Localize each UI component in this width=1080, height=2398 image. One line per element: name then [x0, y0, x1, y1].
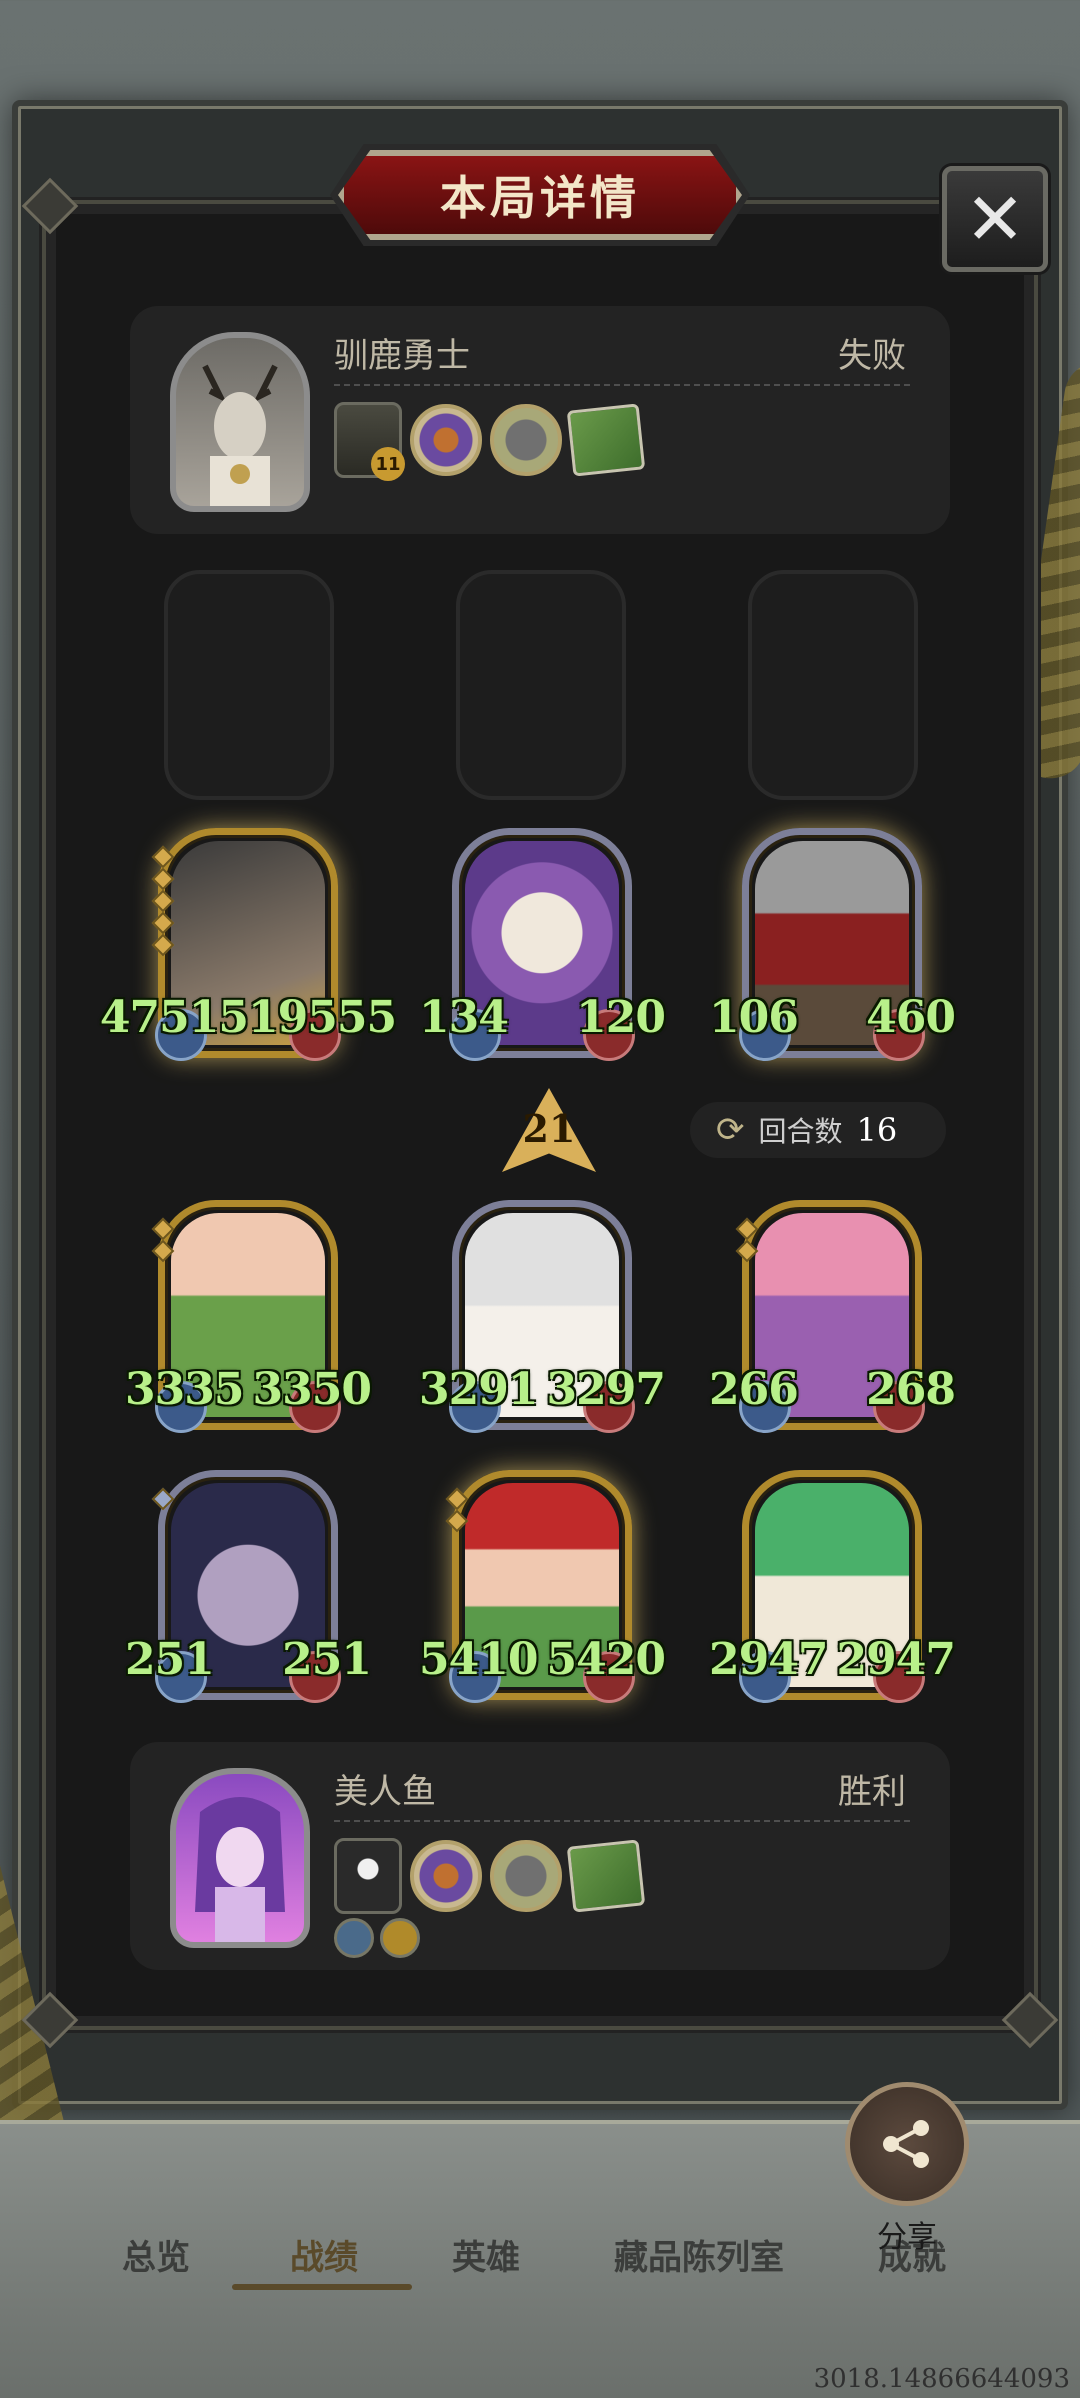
divider	[334, 384, 910, 386]
close-icon: ✕	[964, 177, 1026, 261]
player-avatar	[170, 1768, 310, 1948]
turn-indicator: 21	[522, 1106, 576, 1151]
hero-stats: 266 268	[709, 1364, 956, 1415]
player-result: 胜利	[838, 1772, 906, 1812]
health-value: 2947	[836, 1634, 956, 1685]
spellbook-icon[interactable]	[566, 403, 646, 477]
opponent-card[interactable]: 驯鹿勇士 失败 11	[130, 306, 950, 534]
hero-stats: 3291 3297	[419, 1364, 666, 1415]
title-banner: 本局详情	[338, 150, 742, 240]
level-badge: 11	[371, 447, 405, 481]
mermaid-portrait-icon	[195, 1797, 285, 1942]
attack-value: 2947	[709, 1634, 828, 1685]
hero-stats: 2947 2947	[709, 1634, 956, 1685]
share-label: 分享	[877, 2220, 937, 2255]
share-icon	[883, 2120, 929, 2168]
hero-power-slot[interactable]: 11	[334, 402, 405, 481]
attack-value: 5410	[419, 1634, 538, 1685]
hero-stats: 4751 519555	[100, 992, 397, 1043]
spell-orb-icon[interactable]	[410, 1840, 482, 1912]
health-value: 460	[866, 992, 956, 1043]
hero-card-pearl-girl[interactable]: 3291 3297	[419, 1200, 666, 1433]
health-value: 268	[866, 1364, 956, 1415]
health-value: 251	[282, 1634, 372, 1685]
refresh-icon: ⟳	[716, 1110, 745, 1150]
hero-card-flower-girl[interactable]: 266 268	[709, 1200, 956, 1433]
hero-card-dryad[interactable]: 2947 2947	[709, 1470, 956, 1703]
nav-heroes[interactable]: 英雄	[452, 2230, 520, 2279]
empty-hero-slot	[164, 570, 334, 800]
player-name: 美人鱼	[334, 1772, 436, 1812]
close-button[interactable]: ✕	[942, 166, 1048, 272]
spellbook-icon[interactable]	[566, 1839, 646, 1913]
player-buffs	[334, 1918, 420, 1958]
attack-value: 4751	[99, 992, 219, 1043]
hero-card-mushroom-girl[interactable]: 5410 5420	[419, 1470, 666, 1703]
gold-buff-icon[interactable]	[380, 1918, 420, 1958]
round-value: 16	[856, 1111, 898, 1149]
hero-power-slot[interactable]	[334, 1838, 402, 1914]
hero-stats: 106 460	[709, 992, 956, 1043]
divider	[334, 1820, 910, 1822]
spell-orb-icon[interactable]	[410, 404, 482, 476]
health-value: 519555	[218, 992, 397, 1043]
share-button[interactable]	[845, 2082, 969, 2206]
health-value: 3350	[252, 1364, 372, 1415]
nav-overview[interactable]: 总览	[122, 2230, 190, 2279]
opponent-name: 驯鹿勇士	[334, 336, 470, 376]
version-text: 3018.14866644093	[813, 2364, 1070, 2394]
reindeer-portrait-icon	[202, 364, 278, 506]
sword-buff-icon[interactable]	[334, 1918, 374, 1958]
hero-card-elf[interactable]: 3335 3350	[125, 1200, 372, 1433]
hero-stats: 251 251	[125, 1634, 372, 1685]
hero-stats: 3335 3350	[125, 1364, 372, 1415]
nav-collection-gallery[interactable]: 藏品陈列室	[614, 2230, 784, 2279]
attack-value: 266	[709, 1364, 799, 1415]
hero-card-knight[interactable]: 106 460	[709, 828, 956, 1061]
nav-battle-record[interactable]: 战绩	[290, 2230, 358, 2279]
pet-orb-icon[interactable]	[490, 404, 562, 476]
star-pips	[151, 1487, 175, 1511]
player-items	[334, 1838, 646, 1914]
star-pips	[445, 1487, 469, 1533]
health-value: 3297	[546, 1364, 666, 1415]
attack-value: 3291	[419, 1364, 538, 1415]
pet-orb-icon[interactable]	[490, 1840, 562, 1912]
opponent-result: 失败	[838, 336, 906, 376]
hero-card-dragon[interactable]: 4751 519555	[100, 828, 397, 1061]
player-card[interactable]: 美人鱼 胜利	[130, 1742, 950, 1970]
hero-card-azure-dragon[interactable]: 134 120	[419, 828, 666, 1061]
star-pips	[151, 1217, 175, 1263]
opponent-items: 11	[334, 402, 646, 481]
health-value: 5420	[546, 1634, 666, 1685]
hero-stats: 5410 5420	[419, 1634, 666, 1685]
attack-value: 251	[125, 1634, 215, 1685]
hero-stats: 134 120	[419, 992, 666, 1043]
star-pips	[151, 845, 175, 957]
health-value: 120	[576, 992, 666, 1043]
attack-value: 106	[709, 992, 799, 1043]
active-tab-underline	[232, 2284, 412, 2290]
empty-hero-slot	[456, 570, 626, 800]
attack-value: 3335	[125, 1364, 244, 1415]
hero-card-imp[interactable]: 251 251	[125, 1470, 372, 1703]
star-pips	[735, 1217, 759, 1263]
empty-hero-slot	[748, 570, 918, 800]
round-counter: ⟳ 回合数 16	[690, 1102, 946, 1158]
attack-value: 134	[419, 992, 509, 1043]
opponent-avatar	[170, 332, 310, 512]
page-title: 本局详情	[440, 171, 640, 225]
round-label: 回合数	[758, 1115, 843, 1148]
